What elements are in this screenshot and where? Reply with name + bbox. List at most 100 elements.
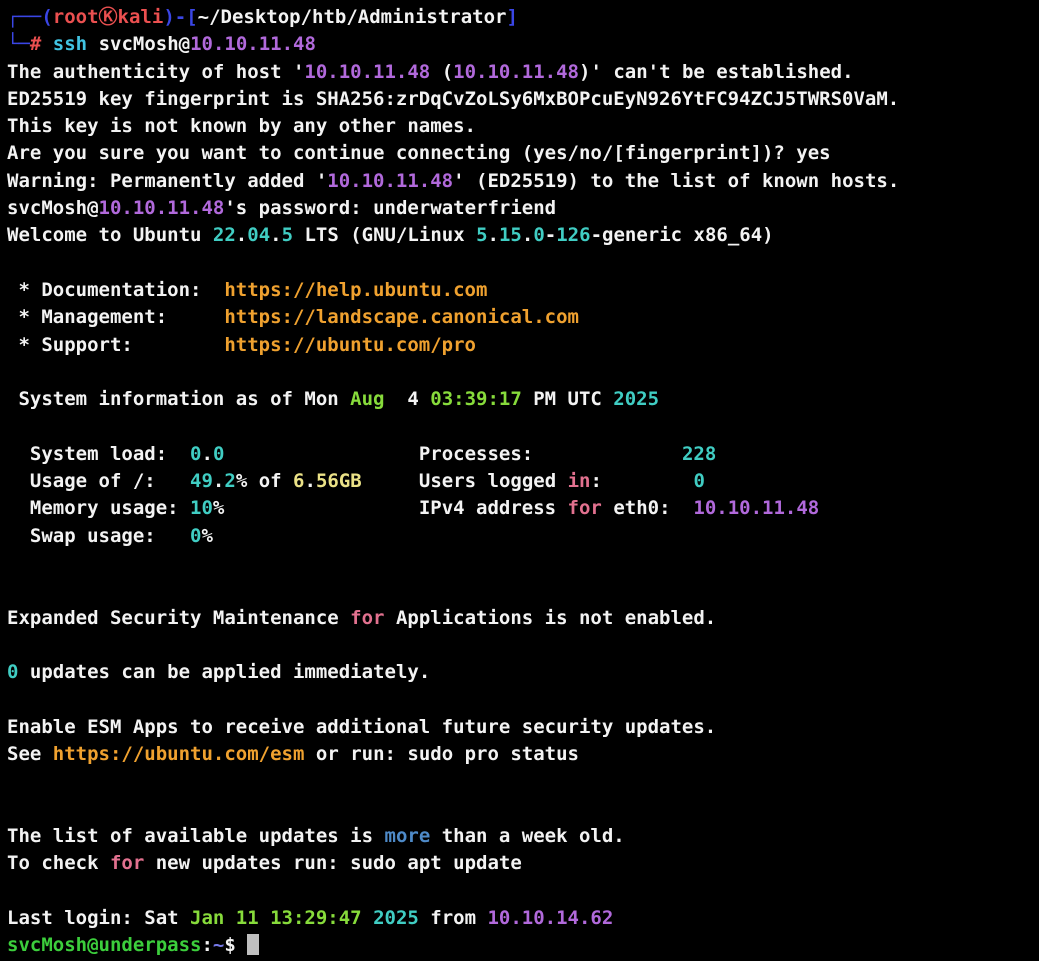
text-segment: . bbox=[270, 224, 281, 246]
text-segment: 0 bbox=[190, 443, 201, 465]
text-segment: Usage of /: bbox=[7, 470, 190, 492]
cursor bbox=[247, 934, 259, 955]
text-segment: Expanded Security Maintenance bbox=[7, 607, 350, 629]
terminal-line bbox=[7, 413, 1039, 440]
text-segment: # bbox=[30, 33, 41, 55]
text-segment: $ bbox=[224, 934, 247, 956]
text-segment: ~ bbox=[213, 934, 224, 956]
terminal-line: Welcome to Ubuntu 22.04.5 LTS (GNU/Linux… bbox=[7, 222, 1039, 249]
terminal-line: └─# ssh svcMosh@10.10.11.48 bbox=[7, 31, 1039, 58]
text-segment: See bbox=[7, 743, 53, 765]
text-segment: . bbox=[236, 224, 247, 246]
terminal-line bbox=[7, 632, 1039, 659]
text-segment: 0 bbox=[533, 224, 544, 246]
text-segment: 10.10.11.48 bbox=[327, 170, 453, 192]
text-segment: for bbox=[350, 607, 384, 629]
text-segment: 5 bbox=[476, 224, 487, 246]
text-segment: % bbox=[201, 525, 212, 547]
text-segment: This key is not known by any other names… bbox=[7, 115, 476, 137]
text-segment: . bbox=[213, 470, 224, 492]
text-segment: Memory usage: bbox=[7, 497, 190, 519]
text-segment bbox=[41, 33, 52, 55]
text-segment: 2025 bbox=[613, 388, 659, 410]
text-segment: 2 bbox=[224, 470, 235, 492]
text-segment: 2025 bbox=[373, 907, 419, 929]
terminal-line: Usage of /: 49.2% of 6.56GB Users logged… bbox=[7, 468, 1039, 495]
terminal-line: The authenticity of host '10.10.11.48 (1… bbox=[7, 59, 1039, 86]
terminal-line: * Support: https://ubuntu.com/pro bbox=[7, 332, 1039, 359]
terminal-line: The list of available updates is more th… bbox=[7, 823, 1039, 850]
text-segment: root bbox=[53, 6, 99, 28]
text-segment: svcMosh@ bbox=[87, 33, 190, 55]
text-segment: Swap usage: bbox=[7, 525, 190, 547]
text-segment: updates can be applied immediately. bbox=[18, 661, 430, 683]
terminal-line bbox=[7, 359, 1039, 386]
text-segment: 10.10.11.48 bbox=[693, 497, 819, 519]
text-segment: 0 bbox=[693, 470, 704, 492]
text-segment: Aug bbox=[350, 388, 384, 410]
terminal-line bbox=[7, 796, 1039, 823]
text-segment: https://help.ubuntu.com bbox=[224, 279, 487, 301]
text-segment: than a week old. bbox=[430, 825, 624, 847]
terminal-line: * Documentation: https://help.ubuntu.com bbox=[7, 277, 1039, 304]
terminal-line bbox=[7, 550, 1039, 577]
text-segment: PM UTC bbox=[522, 388, 614, 410]
text-segment: * Documentation: bbox=[7, 279, 224, 301]
text-segment: )' can't be established. bbox=[579, 61, 854, 83]
text-segment: 04 bbox=[247, 224, 270, 246]
text-segment: 15 bbox=[499, 224, 522, 246]
text-segment: more bbox=[385, 825, 431, 847]
text-segment: 56GB bbox=[316, 470, 362, 492]
text-segment: https://landscape.canonical.com bbox=[224, 306, 579, 328]
text-segment: 5 bbox=[282, 224, 293, 246]
text-segment: Welcome to Ubuntu bbox=[7, 224, 213, 246]
text-segment: for bbox=[568, 497, 602, 519]
text-segment: new updates run: sudo apt update bbox=[144, 852, 522, 874]
text-segment: └─ bbox=[7, 33, 30, 55]
terminal-line bbox=[7, 686, 1039, 713]
terminal-line: ED25519 key fingerprint is SHA256:zrDqCv… bbox=[7, 86, 1039, 113]
text-segment: kali bbox=[118, 6, 164, 28]
text-segment: To check bbox=[7, 852, 110, 874]
terminal-line: ┌──(rootⓀkali)-[~/Desktop/htb/Administra… bbox=[7, 4, 1039, 31]
text-segment: ┌──( bbox=[7, 6, 53, 28]
text-segment: Enable ESM Apps to receive additional fu… bbox=[7, 716, 716, 738]
text-segment: . bbox=[201, 443, 212, 465]
text-segment: : bbox=[201, 934, 212, 956]
text-segment: 's password: underwaterfriend bbox=[224, 197, 556, 219]
text-segment: ] bbox=[507, 6, 518, 28]
text-segment: LTS (GNU/Linux bbox=[293, 224, 476, 246]
text-segment: 10.10.14.62 bbox=[487, 907, 613, 929]
text-segment: ssh bbox=[53, 33, 87, 55]
terminal-line: Expanded Security Maintenance for Applic… bbox=[7, 605, 1039, 632]
text-segment: . bbox=[522, 224, 533, 246]
terminal-line: 0 updates can be applied immediately. bbox=[7, 659, 1039, 686]
terminal-line: System load: 0.0 Processes: 228 bbox=[7, 441, 1039, 468]
text-segment: for bbox=[110, 852, 144, 874]
text-segment: or run: sudo pro status bbox=[304, 743, 579, 765]
text-segment: . bbox=[304, 470, 315, 492]
text-segment: )-[ bbox=[163, 6, 197, 28]
text-segment: 10 bbox=[190, 497, 213, 519]
terminal-line: svcMosh@10.10.11.48's password: underwat… bbox=[7, 195, 1039, 222]
text-segment: . bbox=[488, 224, 499, 246]
text-segment: - bbox=[545, 224, 556, 246]
text-segment: https://ubuntu.com/esm bbox=[53, 743, 305, 765]
text-segment: 10.10.11.48 bbox=[304, 61, 430, 83]
text-segment: eth0: bbox=[602, 497, 694, 519]
text-segment: ' (ED25519) to the list of known hosts. bbox=[453, 170, 899, 192]
kali-symbol-icon: Ⓚ bbox=[99, 6, 118, 28]
text-segment: System information as of Mon bbox=[7, 388, 350, 410]
text-segment bbox=[362, 907, 373, 929]
text-segment: System load: bbox=[7, 443, 190, 465]
text-segment: 10.10.11.48 bbox=[453, 61, 579, 83]
text-segment: 0 bbox=[190, 525, 201, 547]
text-segment: 6 bbox=[293, 470, 304, 492]
text-segment: from bbox=[419, 907, 488, 929]
terminal-line: Warning: Permanently added '10.10.11.48'… bbox=[7, 168, 1039, 195]
text-segment: % bbox=[213, 497, 224, 519]
text-segment: The list of available updates is bbox=[7, 825, 385, 847]
text-segment: https://ubuntu.com/pro bbox=[224, 334, 476, 356]
terminal-screen[interactable]: ┌──(rootⓀkali)-[~/Desktop/htb/Administra… bbox=[0, 0, 1039, 956]
text-segment: Applications is not enabled. bbox=[385, 607, 717, 629]
